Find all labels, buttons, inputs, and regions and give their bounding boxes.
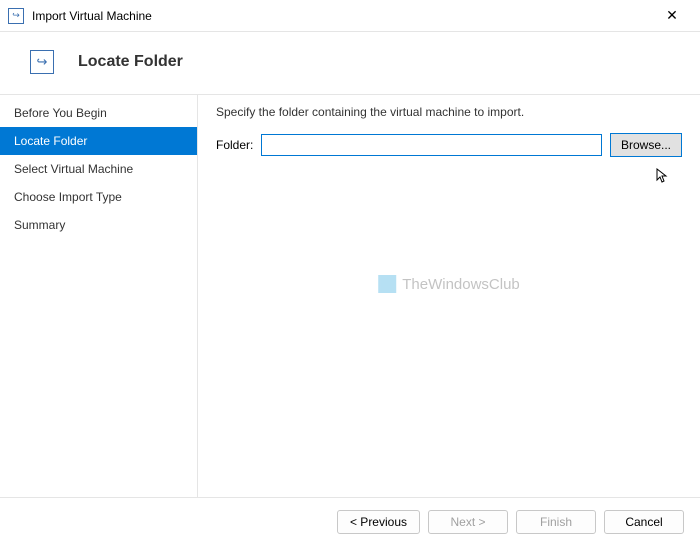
wizard-footer: < Previous Next > Finish Cancel (0, 497, 700, 545)
window-title: Import Virtual Machine (32, 9, 652, 23)
browse-button[interactable]: Browse... (610, 133, 682, 157)
folder-input[interactable] (261, 134, 602, 156)
folder-row: Folder: Browse... (216, 133, 682, 157)
step-choose-import-type[interactable]: Choose Import Type (0, 183, 197, 211)
page-title: Locate Folder (78, 53, 183, 71)
app-icon: ↪ (8, 8, 24, 24)
watermark-text: TheWindowsClub (402, 276, 520, 293)
wizard-steps-sidebar: Before You Begin Locate Folder Select Vi… (0, 95, 198, 497)
wizard-header: ↪ Locate Folder (0, 32, 700, 94)
folder-label: Folder: (216, 138, 253, 152)
step-select-virtual-machine[interactable]: Select Virtual Machine (0, 155, 197, 183)
watermark-icon (378, 275, 396, 293)
step-locate-folder[interactable]: Locate Folder (0, 127, 197, 155)
wizard-content: Specify the folder containing the virtua… (198, 95, 700, 497)
wizard-body: Before You Begin Locate Folder Select Vi… (0, 94, 700, 497)
import-icon: ↪ (30, 50, 54, 74)
titlebar: ↪ Import Virtual Machine ✕ (0, 0, 700, 32)
step-summary[interactable]: Summary (0, 211, 197, 239)
close-button[interactable]: ✕ (652, 1, 692, 31)
watermark: TheWindowsClub (378, 275, 520, 293)
instruction-text: Specify the folder containing the virtua… (216, 105, 682, 119)
step-before-you-begin[interactable]: Before You Begin (0, 99, 197, 127)
